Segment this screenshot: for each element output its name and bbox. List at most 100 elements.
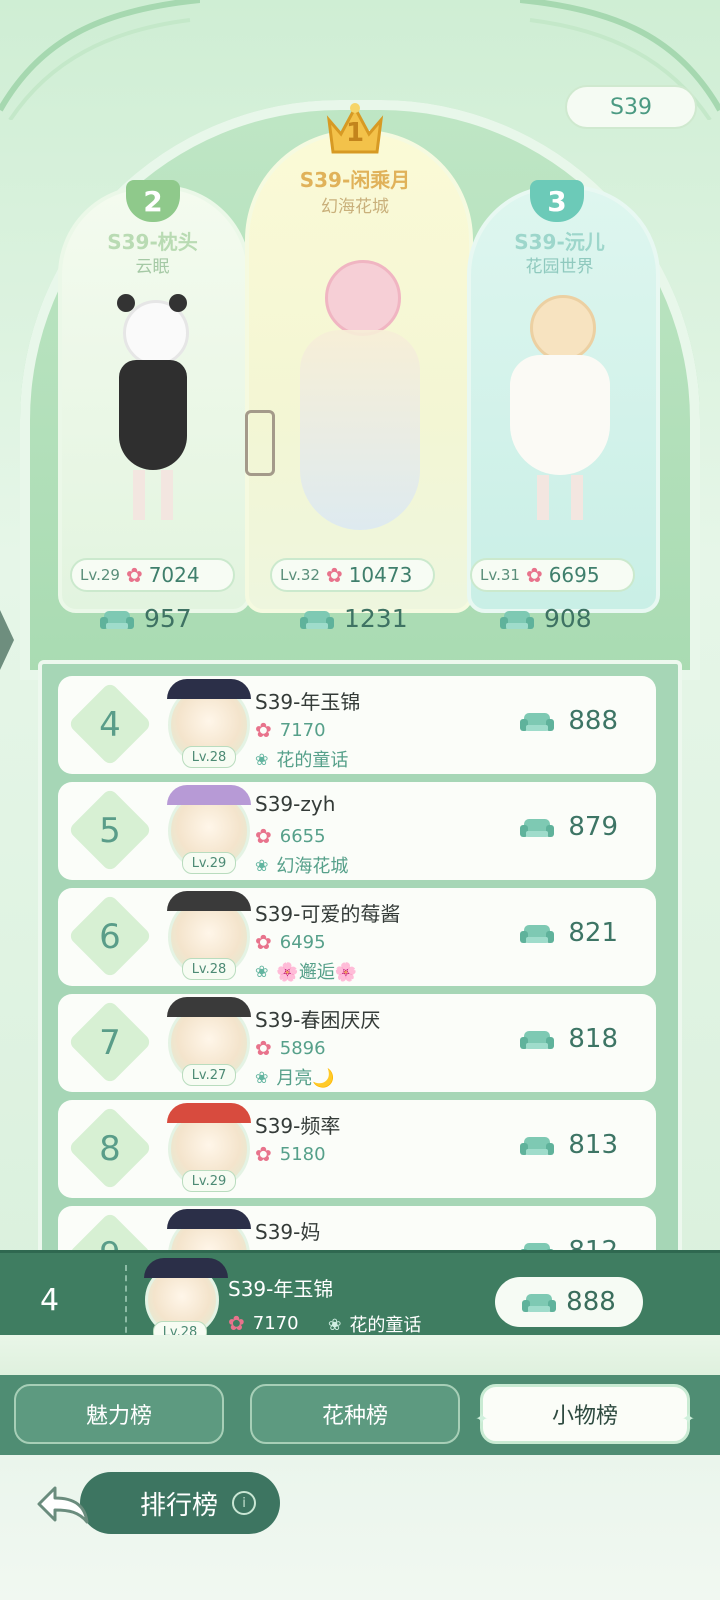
level-label: Lv.31	[480, 566, 520, 584]
rank-number: 8	[99, 1129, 121, 1169]
favor-value: 818	[568, 1024, 618, 1054]
favor: 818	[520, 1024, 618, 1054]
page-title-pill: 排行榜 i	[80, 1472, 280, 1534]
rank-number: 6	[99, 917, 121, 957]
season-selector[interactable]: S39	[565, 85, 697, 129]
avatar-frame	[167, 679, 251, 699]
favor: 821	[520, 918, 618, 948]
ranking-list[interactable]: 4 Lv.28 S39-年玉锦 ✿ 7170 ❀ 花的童话 888 5 Lv.2…	[38, 660, 682, 1260]
podium-2-club: 云眠	[135, 257, 170, 277]
podium-1-favor: 1231	[300, 604, 408, 633]
rose-icon: ✿	[255, 1036, 272, 1060]
sofa-icon	[520, 919, 555, 947]
tab-items[interactable]: ✦ 小物榜 ✦	[475, 1384, 695, 1444]
player-name: S39-妈	[255, 1220, 321, 1244]
charm: ✿ 5180	[255, 1142, 326, 1166]
sparkle-icon: ✦	[681, 1409, 695, 1428]
player-name: S39-春困厌厌	[255, 1008, 381, 1032]
podium-1-club: 幻海花城	[321, 197, 389, 217]
avatar-frame	[167, 891, 251, 911]
sparkle-icon: ✦	[475, 1409, 489, 1428]
list-item[interactable]: 4 Lv.28 S39-年玉锦 ✿ 7170 ❀ 花的童话 888	[58, 676, 656, 774]
favor: 813	[520, 1130, 618, 1160]
sofa-icon	[520, 707, 555, 735]
charm-value: 5180	[279, 1143, 326, 1165]
tab-items-label: 小物榜	[551, 1404, 618, 1429]
charm-value: 5896	[279, 1037, 326, 1059]
my-favor-pill: 888	[495, 1277, 643, 1327]
charm: ✿ 6495	[255, 930, 326, 954]
rose-icon: ✿	[125, 563, 143, 587]
crown-icon: 1	[323, 100, 387, 160]
charm-value: 7170	[279, 719, 326, 741]
divider	[125, 1265, 127, 1343]
player-name: S39-频率	[255, 1114, 341, 1138]
tab-charm[interactable]: 魅力榜	[14, 1384, 224, 1444]
podium-1-character	[245, 250, 440, 540]
rose-icon: ✿	[255, 718, 272, 742]
list-item[interactable]: 5 Lv.29 S39-zyh ✿ 6655 ❀ 幻海花城 879	[58, 782, 656, 880]
level-label: Lv.32	[280, 566, 320, 584]
level-label: Lv.29	[80, 566, 120, 584]
podium-2-character	[105, 294, 200, 530]
favor-value: 908	[544, 604, 592, 633]
leaf-ornament-bottom	[0, 1335, 720, 1375]
sofa-icon	[300, 605, 334, 633]
sofa-icon	[522, 1288, 557, 1316]
club-name: 月亮🌙	[276, 1068, 335, 1089]
podium-1-stats: Lv.32 ✿ 10473	[270, 558, 435, 592]
avatar-frame	[144, 1258, 228, 1278]
list-item[interactable]: 7 Lv.27 S39-春困厌厌 ✿ 5896 ❀ 月亮🌙 818	[58, 994, 656, 1092]
club-icon: ❀	[255, 749, 269, 769]
rose-icon: ✿	[325, 563, 343, 587]
sofa-icon	[100, 605, 134, 633]
podium-3-favor: 908	[500, 604, 592, 633]
club: ❀ 花的童话	[255, 746, 348, 772]
info-icon[interactable]: i	[232, 1491, 257, 1515]
club: ❀ 🌸邂逅🌸	[255, 958, 357, 984]
favor: 888	[520, 706, 618, 736]
level-label: Lv.29	[182, 1170, 236, 1192]
rank-number: 5	[99, 811, 121, 851]
level-label: Lv.29	[182, 852, 236, 874]
charm: ✿ 6655	[255, 824, 326, 848]
player-name: S39-可爱的莓酱	[255, 902, 401, 926]
rose-icon: ✿	[255, 824, 272, 848]
club-icon: ❀	[255, 961, 269, 981]
sofa-icon	[520, 813, 555, 841]
club: ❀ 幻海花城	[255, 852, 348, 878]
club-icon: ❀	[328, 1314, 342, 1334]
charm-value: 10473	[348, 563, 413, 587]
podium-2-stats: Lv.29 ✿ 7024	[70, 558, 235, 592]
my-rank-number: 4	[40, 1283, 60, 1318]
podium-3-character	[505, 290, 615, 530]
charm: ✿ 5896	[255, 1036, 326, 1060]
rose-icon: ✿	[228, 1311, 245, 1335]
list-item[interactable]: 6 Lv.28 S39-可爱的莓酱 ✿ 6495 ❀ 🌸邂逅🌸 821	[58, 888, 656, 986]
podium-2-name: S39-枕头	[107, 230, 198, 254]
podium-3-name: S39-沅儿	[514, 230, 605, 254]
podium-2-favor: 957	[100, 604, 192, 633]
sofa-icon	[520, 1131, 555, 1159]
level-label: Lv.27	[182, 1064, 236, 1086]
favor-value: 888	[568, 706, 618, 736]
my-player-name: S39-年玉锦	[228, 1277, 334, 1301]
player-name: S39-年玉锦	[255, 690, 361, 714]
avatar-frame	[167, 1209, 251, 1229]
list-item[interactable]: 8 Lv.29 S39-频率 ✿ 5180 813	[58, 1100, 656, 1198]
back-button[interactable]	[28, 1478, 98, 1530]
my-charm: ✿ 7170	[228, 1311, 299, 1335]
my-club: ❀ 花的童话	[328, 1311, 421, 1337]
club-name: 🌸邂逅🌸	[276, 962, 358, 983]
avatar-frame	[167, 785, 251, 805]
page-title: 排行榜	[140, 1490, 219, 1521]
sofa-icon	[520, 1025, 555, 1053]
tab-flower[interactable]: 花种榜	[250, 1384, 460, 1444]
club-name: 花的童话	[349, 1315, 422, 1336]
back-arrow-icon	[37, 1486, 89, 1524]
rank-number: 7	[99, 1023, 121, 1063]
club: ❀ 月亮🌙	[255, 1064, 335, 1090]
leaf-ornament-left	[0, 0, 201, 122]
favor-value: 888	[566, 1287, 616, 1317]
rank-number: 4	[99, 705, 121, 745]
